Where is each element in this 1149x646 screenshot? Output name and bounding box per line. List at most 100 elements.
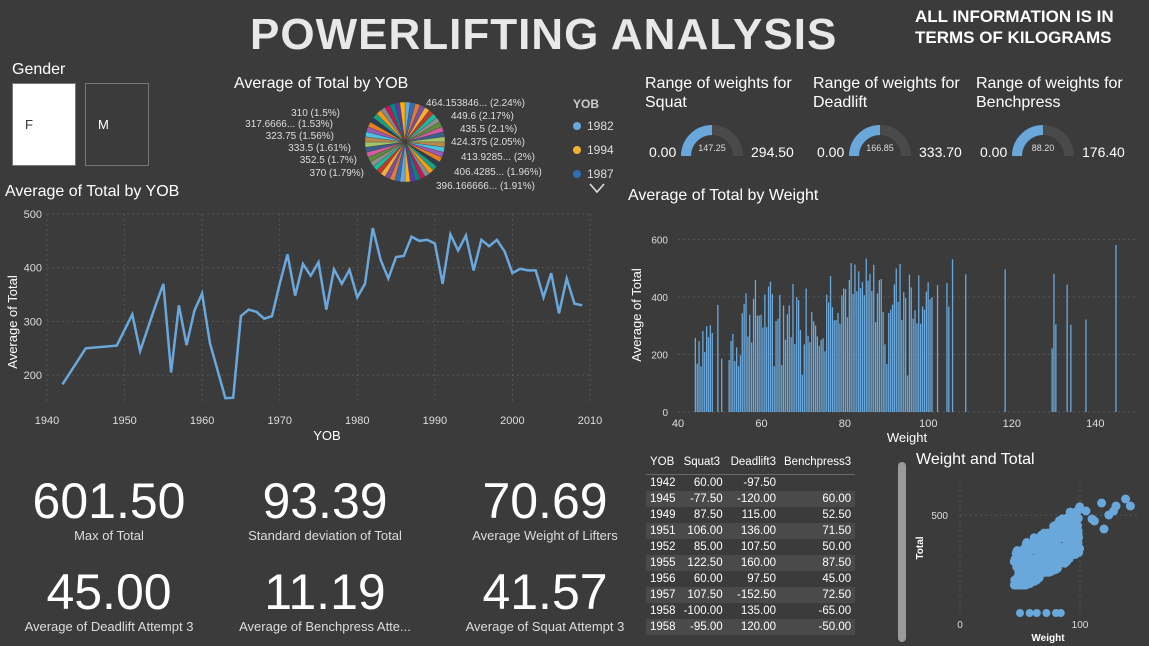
bar[interactable] [799, 330, 802, 412]
bar[interactable] [891, 304, 894, 412]
bar[interactable] [899, 264, 901, 412]
table-row[interactable]: 1956 60.00 97.50 45.00 [646, 571, 855, 587]
bar[interactable] [698, 341, 700, 412]
bar[interactable] [846, 317, 849, 412]
bar[interactable] [775, 321, 777, 412]
bar[interactable] [910, 287, 912, 413]
bar[interactable] [867, 280, 869, 412]
bar[interactable] [700, 366, 702, 412]
bar[interactable] [914, 310, 916, 412]
bar[interactable] [721, 358, 723, 412]
scatter-point[interactable] [1056, 609, 1065, 617]
bar[interactable] [884, 344, 886, 412]
bar[interactable] [829, 276, 832, 412]
bar[interactable] [831, 307, 834, 412]
table-row[interactable]: 1949 87.50 115.00 52.50 [646, 507, 855, 523]
bar[interactable] [925, 291, 927, 412]
bar[interactable] [948, 306, 950, 412]
bar[interactable] [856, 291, 858, 412]
bar[interactable] [921, 306, 924, 412]
table-row[interactable]: 1951 106.00 136.00 71.50 [646, 523, 856, 539]
table-row[interactable]: 1942 60.00 -97.50 [646, 475, 855, 492]
bar[interactable] [863, 295, 865, 412]
bar[interactable] [736, 347, 738, 412]
bar[interactable] [792, 283, 794, 412]
bar[interactable] [781, 365, 783, 412]
bar[interactable] [760, 314, 762, 412]
bar[interactable] [1115, 245, 1117, 412]
bar[interactable] [811, 312, 813, 412]
scatter-point[interactable] [1034, 570, 1044, 580]
gauge-arc[interactable]: 166.85 [849, 120, 911, 160]
bar[interactable] [717, 304, 719, 412]
scatter-point[interactable] [1059, 533, 1069, 543]
bar[interactable] [951, 259, 954, 412]
pie-legend-item[interactable]: 1994 [573, 138, 614, 162]
scatter-point[interactable] [1067, 509, 1077, 519]
bar[interactable] [905, 297, 907, 412]
bar[interactable] [833, 320, 835, 412]
table-row[interactable]: 1952 85.00 107.50 50.00 [646, 539, 855, 555]
bar[interactable] [809, 342, 811, 412]
bar[interactable] [788, 305, 790, 412]
bar[interactable] [888, 313, 890, 412]
bar[interactable] [745, 293, 747, 412]
bar[interactable] [798, 300, 800, 412]
bar[interactable] [706, 326, 708, 412]
bar[interactable] [1055, 324, 1057, 412]
bar[interactable] [946, 282, 948, 412]
bar[interactable] [882, 311, 884, 412]
bar[interactable] [814, 325, 817, 412]
scatter-point[interactable] [1074, 544, 1084, 554]
table-header-cell[interactable]: YOB [646, 450, 680, 475]
bar[interactable] [920, 323, 922, 412]
scatter-point[interactable] [1044, 567, 1054, 577]
scatter-point[interactable] [1099, 524, 1109, 534]
bar[interactable] [704, 352, 706, 412]
bar[interactable] [929, 299, 931, 412]
bar[interactable] [790, 337, 792, 412]
scatter-point[interactable] [1047, 529, 1057, 538]
scatter-point[interactable] [1021, 539, 1031, 548]
bar[interactable] [739, 355, 742, 412]
bar[interactable] [749, 314, 751, 412]
bar[interactable] [711, 333, 713, 412]
table-row[interactable]: 1958 -95.00 120.00 -50.00 [646, 619, 856, 635]
bar[interactable] [837, 312, 839, 412]
bar[interactable] [807, 335, 809, 412]
table-header-cell[interactable]: Squat3 [679, 450, 727, 475]
bar[interactable] [758, 315, 760, 413]
bar[interactable] [878, 280, 880, 412]
bar[interactable] [908, 274, 911, 413]
bar[interactable] [861, 281, 864, 412]
bar[interactable] [734, 361, 736, 412]
bar[interactable] [764, 294, 766, 413]
bar[interactable] [822, 338, 824, 412]
bar[interactable] [1066, 284, 1068, 412]
scatter-point[interactable] [1025, 609, 1034, 617]
table-row[interactable]: 1957 107.50 -152.50 72.50 [646, 587, 856, 603]
bar[interactable] [859, 288, 862, 412]
bar[interactable] [890, 309, 892, 412]
scatter-point[interactable] [1048, 553, 1058, 563]
bar[interactable] [1051, 348, 1053, 412]
bar[interactable] [852, 294, 854, 412]
bar[interactable] [771, 294, 773, 412]
bar[interactable] [805, 288, 807, 413]
scatter-point[interactable] [1097, 498, 1107, 508]
bar[interactable] [876, 293, 879, 413]
table-row[interactable]: 1945 -77.50 -120.00 60.00 [646, 491, 856, 507]
bar[interactable] [773, 366, 775, 412]
bar[interactable] [709, 325, 711, 412]
bar[interactable] [732, 334, 734, 412]
gender-option-f[interactable]: F [12, 83, 76, 166]
scatter-point[interactable] [1042, 609, 1051, 617]
table-header-cell[interactable]: Benchpress3 [780, 450, 856, 475]
bar[interactable] [767, 286, 770, 412]
bar[interactable] [786, 314, 788, 412]
bar[interactable] [865, 258, 867, 413]
bar[interactable] [826, 294, 828, 413]
bar[interactable] [747, 336, 749, 412]
bar[interactable] [782, 305, 785, 412]
gender-option-m[interactable]: M [85, 83, 149, 166]
